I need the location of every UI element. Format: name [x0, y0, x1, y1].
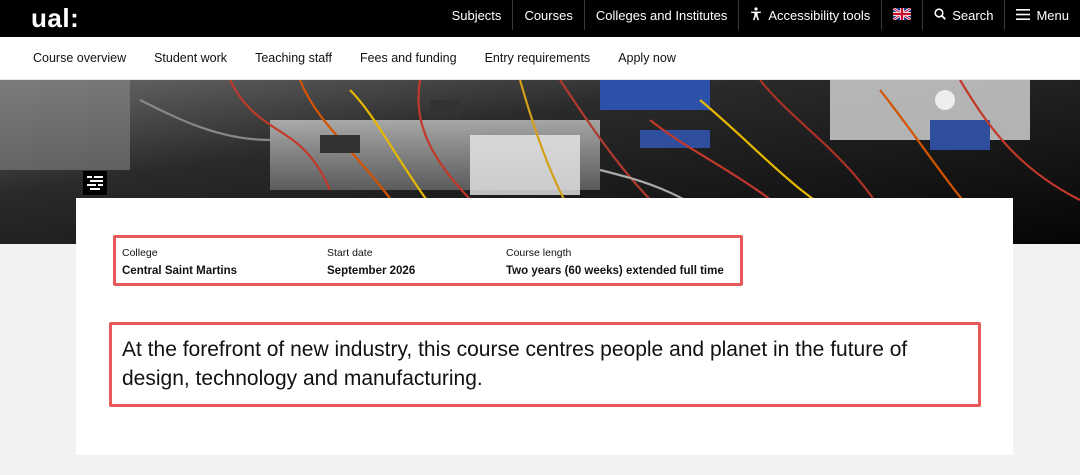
nav-colleges-label: Colleges and Institutes	[595, 7, 728, 23]
course-length-value: Two years (60 weeks) extended full time	[506, 265, 724, 277]
fact-college: College Central Saint Martins	[122, 247, 237, 277]
start-date-value: September 2026	[327, 265, 416, 277]
nav-courses[interactable]: Courses	[512, 0, 583, 30]
fact-start-date: Start date September 2026	[327, 247, 415, 277]
nav-subjects-label: Subjects	[451, 7, 502, 23]
start-date-label: Start date	[327, 247, 373, 259]
nav-courses-label: Courses	[524, 7, 573, 23]
menu-button[interactable]: Menu	[1004, 0, 1080, 30]
subnav-course-overview[interactable]: Course overview	[19, 51, 140, 65]
table-of-contents-icon	[87, 176, 103, 190]
menu-label: Menu	[1036, 7, 1069, 23]
course-summary: At the forefront of new industry, this c…	[122, 338, 908, 390]
subnav-teaching-staff[interactable]: Teaching staff	[241, 51, 346, 65]
accessibility-tools-button[interactable]: Accessibility tools	[738, 0, 881, 30]
ual-logo[interactable]: ual:	[31, 3, 79, 34]
search-button[interactable]: Search	[922, 0, 1004, 30]
course-summary-box: At the forefront of new industry, this c…	[109, 322, 981, 407]
top-nav: Subjects Courses Colleges and Institutes…	[441, 0, 1080, 30]
nav-subjects[interactable]: Subjects	[441, 0, 513, 30]
college-value: Central Saint Martins	[122, 265, 238, 277]
subnav-apply-now[interactable]: Apply now	[604, 51, 690, 65]
course-facts: College Central Saint Martins Start date…	[113, 235, 743, 286]
search-label: Search	[952, 7, 994, 23]
course-length-label: Course length	[506, 247, 572, 259]
uk-flag-icon	[892, 6, 912, 23]
search-icon	[934, 7, 947, 23]
accessibility-tools-label: Accessibility tools	[768, 7, 871, 23]
table-of-contents-button[interactable]	[83, 171, 107, 195]
subnav-fees-funding[interactable]: Fees and funding	[346, 51, 471, 65]
hamburger-icon	[1016, 8, 1031, 23]
course-subnav: Course overview Student work Teaching st…	[0, 37, 1080, 80]
top-header: ual: Subjects Courses Colleges and Insti…	[0, 0, 1080, 37]
fact-course-length: Course length Two years (60 weeks) exten…	[506, 247, 724, 277]
college-label: College	[122, 247, 158, 259]
subnav-entry-requirements[interactable]: Entry requirements	[471, 51, 605, 65]
accessibility-icon	[750, 6, 762, 24]
nav-colleges-institutes[interactable]: Colleges and Institutes	[583, 0, 739, 30]
course-info-card: College Central Saint Martins Start date…	[76, 198, 1013, 455]
subnav-student-work[interactable]: Student work	[140, 51, 241, 65]
language-selector[interactable]	[881, 0, 922, 30]
